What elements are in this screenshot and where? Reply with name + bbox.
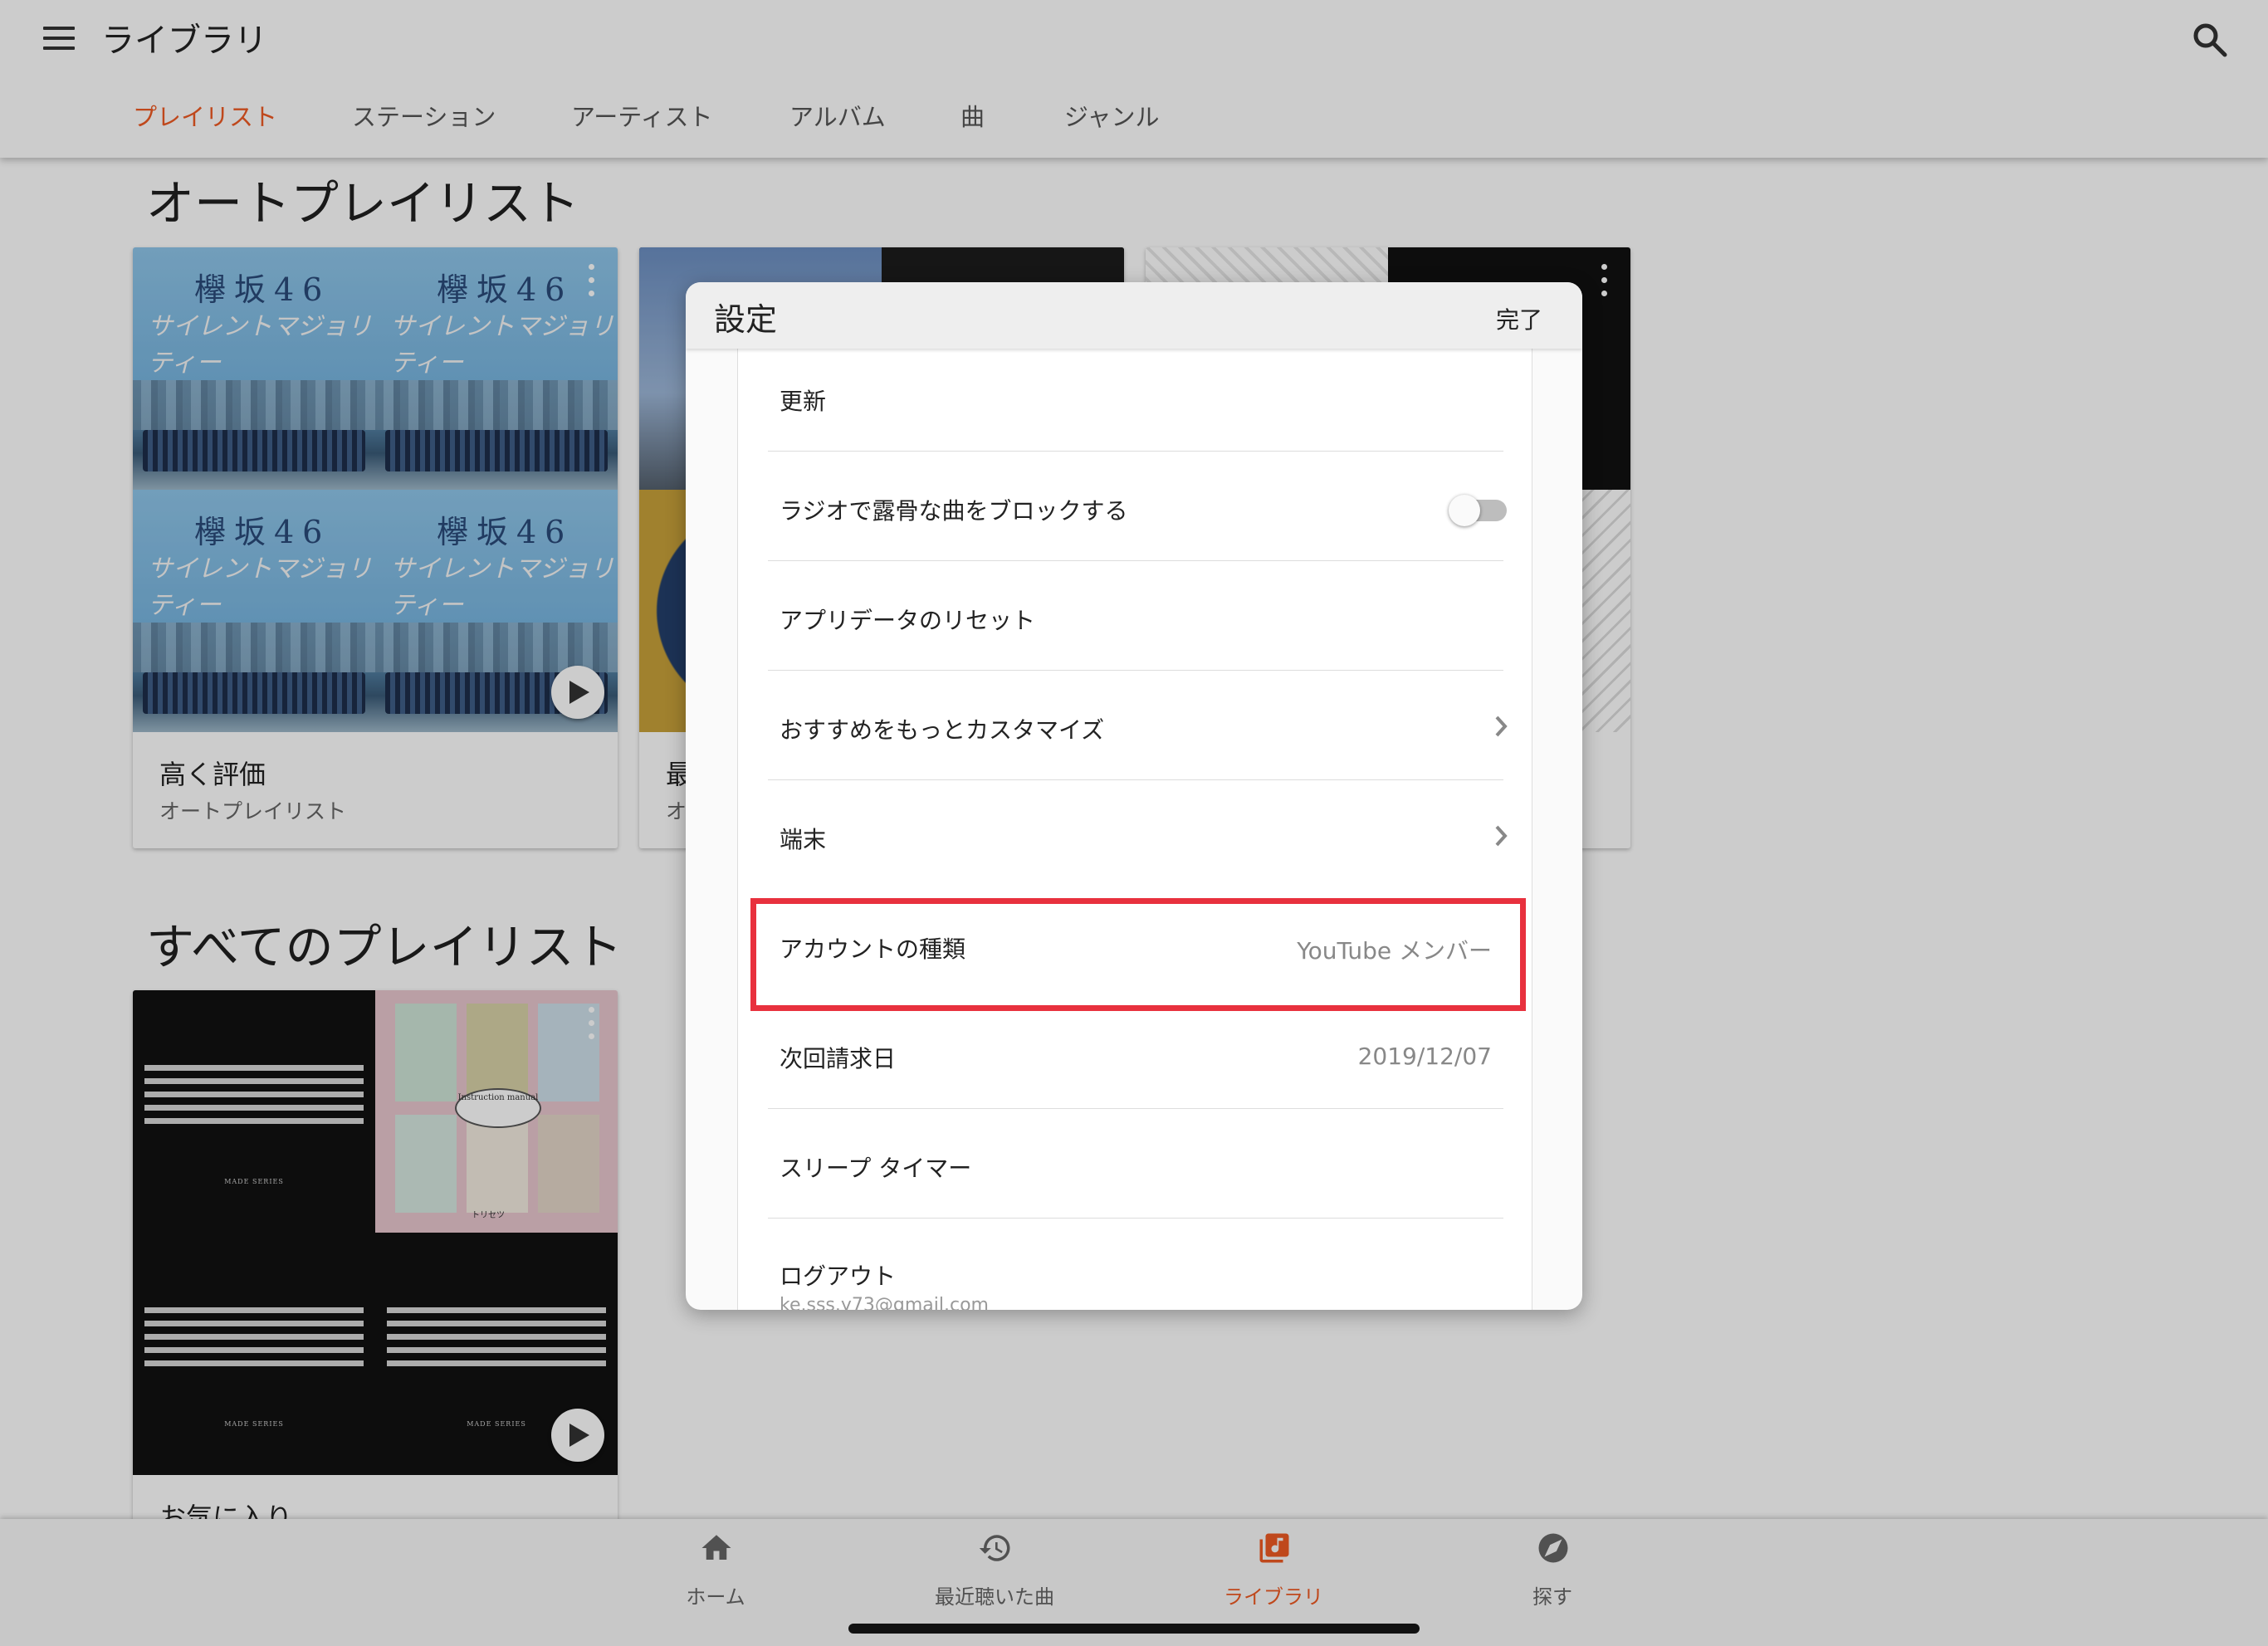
explicit-block-toggle[interactable] (1449, 486, 1510, 528)
dialog-title: 設定 (714, 301, 778, 338)
chevron-right-icon (1495, 825, 1508, 847)
setting-label: 更新 (780, 388, 827, 415)
setting-refresh[interactable]: 更新 (738, 342, 1532, 452)
setting-label: 次回請求日 (780, 1045, 897, 1072)
setting-devices[interactable]: 端末 (738, 780, 1532, 890)
setting-block-explicit-radio[interactable]: ラジオで露骨な曲をブロックする (738, 452, 1532, 561)
setting-label: スリープ タイマー (780, 1155, 972, 1182)
setting-sleep-timer[interactable]: スリープ タイマー (738, 1109, 1532, 1219)
highlight-box (750, 898, 1526, 1011)
settings-list: 更新 ラジオで露骨な曲をブロックする アプリデータのリセット おすすめをもっとカ… (737, 349, 1532, 1310)
chevron-right-icon (1495, 716, 1508, 737)
dialog-header: 設定 完了 (686, 282, 1582, 349)
setting-label: 端末 (780, 826, 827, 853)
setting-customize-recommendations[interactable]: おすすめをもっとカスタマイズ (738, 671, 1532, 780)
account-email: ke.sss.y73@gmail.com (780, 1295, 989, 1310)
home-indicator[interactable] (848, 1624, 1420, 1634)
done-button[interactable]: 完了 (1496, 302, 1542, 335)
setting-label: おすすめをもっとカスタマイズ (780, 716, 1105, 744)
settings-dialog: 設定 完了 更新 ラジオで露骨な曲をブロックする アプリデータのリセット おすす… (686, 282, 1582, 1310)
setting-logout[interactable]: ログアウト ke.sss.y73@gmail.com (738, 1219, 1532, 1310)
setting-label: ログアウト (780, 1263, 897, 1290)
setting-next-billing-date[interactable]: 次回請求日 2019/12/07 (738, 999, 1532, 1109)
setting-reset-app-data[interactable]: アプリデータのリセット (738, 561, 1532, 671)
billing-date-value: 2019/12/07 (1357, 1043, 1492, 1070)
setting-label: ラジオで露骨な曲をブロックする (780, 497, 1128, 525)
setting-label: アプリデータのリセット (780, 607, 1036, 634)
